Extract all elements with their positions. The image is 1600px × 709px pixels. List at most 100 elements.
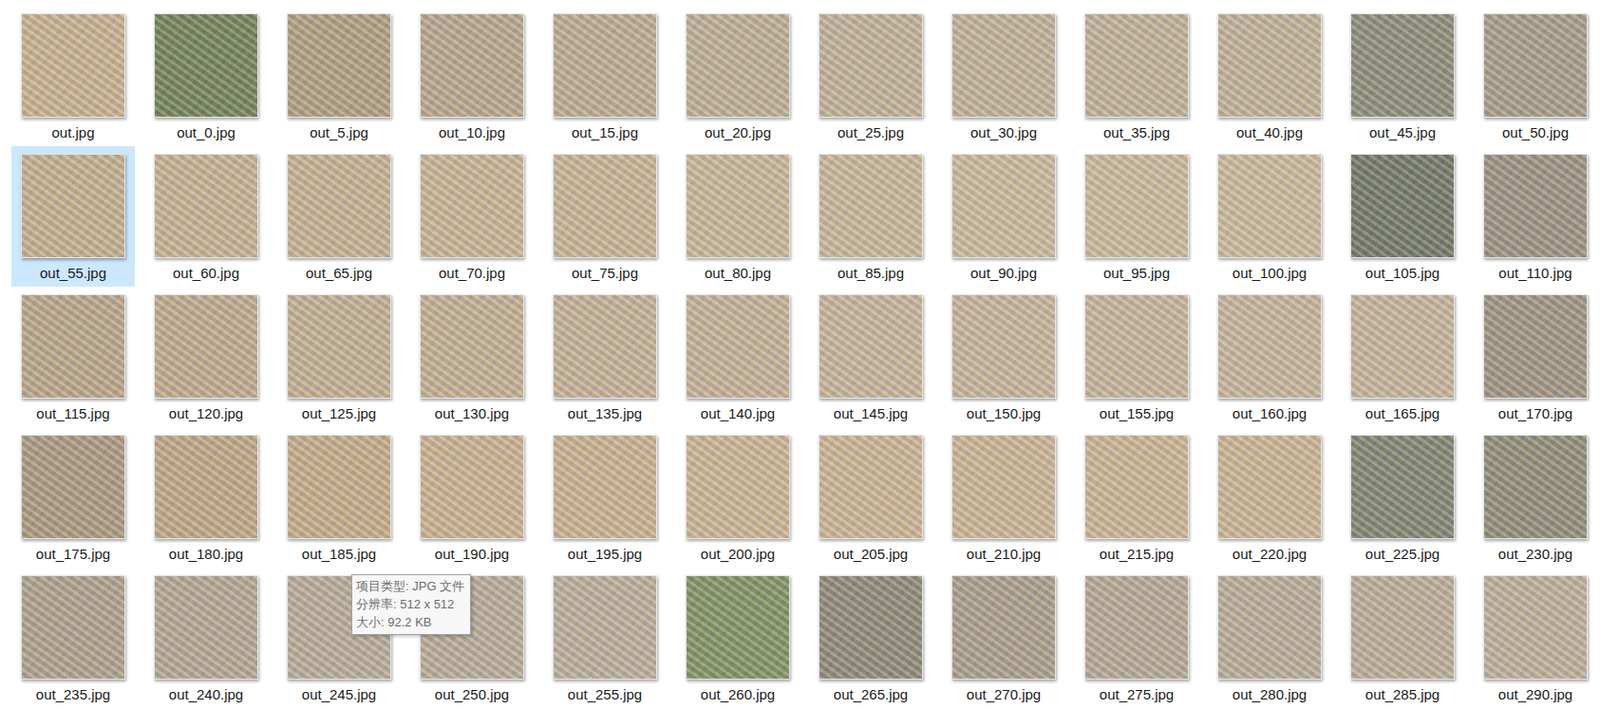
thumbnail[interactable] — [286, 13, 392, 118]
file-item[interactable]: out_65.jpg — [277, 146, 401, 287]
file-item[interactable]: out_160.jpg — [1207, 286, 1332, 428]
file-item[interactable]: out_30.jpg — [941, 5, 1066, 147]
file-item[interactable]: out_50.jpg — [1473, 5, 1598, 147]
file-item[interactable]: out_200.jpg — [676, 427, 800, 568]
file-item[interactable]: out_195.jpg — [543, 427, 667, 568]
thumbnail[interactable] — [1483, 153, 1588, 259]
file-item[interactable]: out_40.jpg — [1207, 5, 1332, 147]
file-name[interactable]: out_185.jpg — [301, 545, 377, 565]
file-item[interactable]: out_265.jpg — [809, 567, 933, 709]
thumbnail[interactable] — [1483, 294, 1588, 399]
file-name[interactable]: out_260.jpg — [700, 685, 775, 705]
file-name[interactable]: out_250.jpg — [434, 685, 509, 705]
file-item[interactable]: out_95.jpg — [1074, 146, 1199, 287]
file-name[interactable]: out_10.jpg — [438, 123, 506, 143]
file-name[interactable]: out_25.jpg — [837, 123, 904, 143]
file-name[interactable]: out_275.jpg — [1099, 685, 1174, 705]
thumbnail[interactable] — [419, 153, 525, 259]
thumbnail[interactable] — [1350, 294, 1455, 399]
file-item[interactable]: out_260.jpg — [676, 567, 800, 709]
file-name[interactable]: out_140.jpg — [700, 404, 775, 424]
file-item[interactable]: out_60.jpg — [144, 146, 268, 287]
file-name[interactable]: out_245.jpg — [301, 685, 377, 705]
thumbnail[interactable] — [552, 575, 658, 680]
thumbnail[interactable] — [20, 153, 126, 259]
file-item[interactable]: out_220.jpg — [1207, 427, 1332, 568]
thumbnail[interactable] — [951, 153, 1056, 259]
file-item[interactable]: out_180.jpg — [144, 427, 268, 568]
thumbnail[interactable] — [552, 13, 658, 118]
file-name[interactable]: out_60.jpg — [172, 263, 240, 283]
file-name[interactable]: out_130.jpg — [434, 404, 509, 424]
file-name[interactable]: out_15.jpg — [571, 123, 639, 143]
thumbnail[interactable] — [20, 13, 126, 118]
file-name[interactable]: out_230.jpg — [1498, 545, 1573, 565]
file-item[interactable]: out_290.jpg — [1473, 567, 1598, 709]
thumbnail[interactable] — [951, 575, 1056, 680]
thumbnail[interactable] — [419, 294, 525, 399]
file-name[interactable]: out_205.jpg — [833, 545, 908, 565]
file-name[interactable]: out_115.jpg — [36, 404, 110, 424]
file-item[interactable]: out_75.jpg — [543, 146, 667, 287]
thumbnail[interactable] — [153, 294, 259, 399]
file-name[interactable]: out_0.jpg — [176, 123, 236, 143]
file-item[interactable]: out_270.jpg — [941, 567, 1066, 709]
thumbnail[interactable] — [818, 13, 923, 118]
file-name[interactable]: out_40.jpg — [1236, 123, 1303, 143]
file-name[interactable]: out_180.jpg — [169, 545, 244, 565]
thumbnail[interactable] — [153, 434, 259, 540]
thumbnail[interactable] — [286, 153, 392, 259]
file-name[interactable]: out_190.jpg — [434, 545, 509, 565]
file-item[interactable]: out_185.jpg — [277, 427, 401, 568]
file-name[interactable]: out_90.jpg — [970, 263, 1037, 283]
file-name[interactable]: out_235.jpg — [36, 685, 111, 705]
file-name[interactable]: out_145.jpg — [833, 404, 908, 424]
thumbnail[interactable] — [685, 13, 791, 118]
file-item[interactable]: out_145.jpg — [809, 286, 933, 428]
thumbnail[interactable] — [20, 434, 126, 540]
file-name[interactable]: out_165.jpg — [1365, 404, 1440, 424]
thumbnail[interactable] — [552, 294, 658, 399]
file-name[interactable]: out_225.jpg — [1365, 545, 1440, 565]
thumbnail[interactable] — [1350, 434, 1455, 540]
thumbnail[interactable] — [685, 294, 791, 399]
thumbnail[interactable] — [1217, 13, 1322, 118]
file-item[interactable]: out_10.jpg — [410, 5, 534, 147]
file-item[interactable]: out_85.jpg — [809, 146, 933, 287]
thumbnail[interactable] — [1217, 575, 1322, 680]
file-name[interactable]: out_255.jpg — [567, 685, 642, 705]
file-name[interactable]: out_65.jpg — [305, 263, 373, 283]
thumbnail[interactable] — [20, 294, 126, 399]
thumbnail[interactable] — [1084, 153, 1189, 259]
file-item[interactable]: out_205.jpg — [809, 427, 933, 568]
file-item[interactable]: out_240.jpg — [144, 567, 268, 709]
thumbnail[interactable] — [153, 13, 259, 118]
file-item[interactable]: out_155.jpg — [1074, 286, 1199, 428]
file-item[interactable]: out_125.jpg — [277, 286, 401, 428]
thumbnail[interactable] — [1350, 153, 1455, 259]
file-name[interactable]: out_200.jpg — [700, 545, 775, 565]
thumbnail[interactable] — [951, 294, 1056, 399]
file-item[interactable]: out_230.jpg — [1473, 427, 1598, 568]
file-item[interactable]: out_275.jpg — [1074, 567, 1199, 709]
file-item[interactable]: out_115.jpg — [11, 286, 135, 428]
thumbnail[interactable] — [685, 575, 791, 680]
file-name[interactable]: out_75.jpg — [571, 263, 639, 283]
thumbnail[interactable] — [1217, 153, 1322, 259]
file-item[interactable]: out_255.jpg — [543, 567, 667, 709]
file-item[interactable]: out_150.jpg — [941, 286, 1066, 428]
thumbnail[interactable] — [1483, 434, 1588, 540]
file-item[interactable]: out_105.jpg — [1340, 146, 1465, 287]
thumbnail[interactable] — [685, 153, 791, 259]
thumbnail[interactable] — [153, 575, 259, 680]
thumbnail[interactable] — [1084, 294, 1189, 399]
file-item[interactable]: out_80.jpg — [676, 146, 800, 287]
file-name[interactable]: out_20.jpg — [704, 123, 772, 143]
file-item[interactable]: out_70.jpg — [410, 146, 534, 287]
thumbnail[interactable] — [1350, 575, 1455, 680]
thumbnail[interactable] — [818, 434, 923, 540]
file-name[interactable]: out.jpg — [51, 123, 95, 143]
file-item[interactable]: out_100.jpg — [1207, 146, 1332, 287]
thumbnail[interactable] — [1217, 434, 1322, 540]
file-item[interactable]: out_15.jpg — [543, 5, 667, 147]
